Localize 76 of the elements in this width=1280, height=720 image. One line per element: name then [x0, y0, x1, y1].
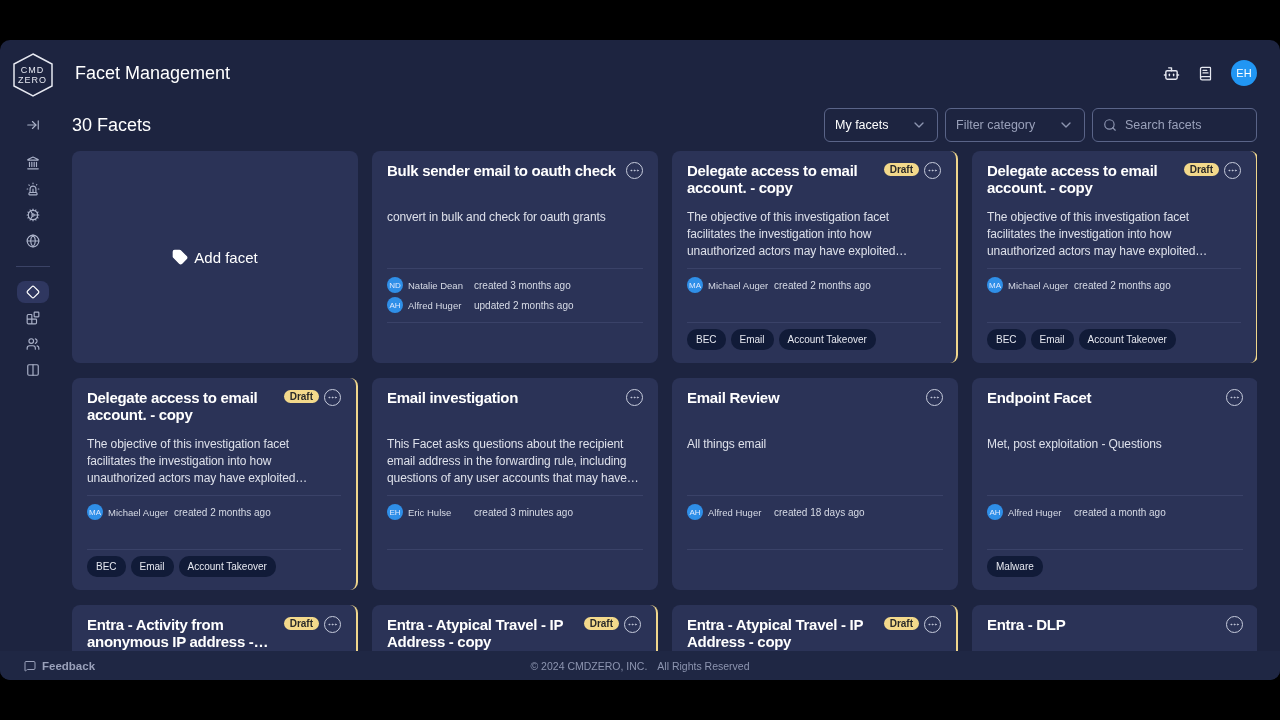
tag[interactable]: Email	[130, 556, 174, 577]
facet-title: Endpoint Facet	[987, 389, 1093, 406]
page-title: Facet Management	[75, 62, 231, 84]
rights-text: All Rights Reserved	[657, 659, 750, 672]
author-name: Michael Auger	[708, 279, 770, 291]
user-avatar: ND	[387, 277, 403, 293]
filter-dropdown[interactable]: Filter category	[945, 108, 1085, 142]
filter-dropdown[interactable]: My facets	[824, 108, 938, 142]
facet-title: Email Review	[687, 389, 781, 406]
facet-card[interactable]: Bulk sender email to oauth check convert in bulk and check for oauth grants ND Natalie Dean created 3 months ago AH Alfred Huger updated 2 months ago	[372, 151, 658, 363]
facet-title: Delegate access to email account. - copy	[987, 162, 1159, 196]
author-name: Eric Hulse	[408, 506, 453, 518]
user-avatar: AH	[687, 504, 703, 520]
facet-description: The objective of this investigation facet facilitates the investigation into how unauthorized actors may have exploited…	[687, 209, 909, 260]
facet-description: convert in bulk and check for oauth grants	[387, 209, 607, 226]
author-action: created 3 minutes ago	[474, 506, 573, 518]
author-name: Alfred Huger	[1008, 506, 1063, 518]
draft-badge: Draft	[583, 617, 619, 630]
facet-title: Bulk sender email to oauth check	[387, 162, 617, 179]
author-name: Michael Auger	[1008, 279, 1070, 291]
feedback-button[interactable]: Feedback	[24, 659, 96, 672]
draft-badge: Draft	[1183, 163, 1219, 176]
draft-badge: Draft	[283, 617, 319, 630]
user-avatar: EH	[387, 504, 403, 520]
facet-card[interactable]: Email Review All things email AH Alfred Huger created 18 days ago	[672, 378, 958, 590]
author-action: created 2 months ago	[1074, 279, 1171, 291]
add-facet-card[interactable]: Add facet	[72, 151, 358, 363]
facet-title: Entra - Activity from anonymous IP address -…	[87, 616, 270, 650]
draft-badge: Draft	[283, 390, 319, 403]
author-name: Natalie Dean	[408, 279, 464, 291]
facet-description: Met, post exploitation - Questions	[987, 436, 1163, 453]
facet-card[interactable]: Entra - Activity from anonymous IP address -… Draft	[72, 605, 358, 651]
user-avatar: AH	[987, 504, 1003, 520]
facet-title: Entra - DLP	[987, 616, 1067, 633]
user-avatar: MA	[87, 504, 103, 520]
author-action: created 3 months ago	[474, 279, 571, 291]
user-avatar: MA	[987, 277, 1003, 293]
tag[interactable]: Account Takeover	[178, 556, 276, 577]
tag[interactable]: Email	[730, 329, 774, 350]
logo: CMD ZERO	[11, 52, 54, 98]
facet-description: All things email	[687, 436, 768, 453]
facet-title: Delegate access to email account. - copy	[687, 162, 859, 196]
author-action: created 2 months ago	[174, 506, 271, 518]
tag[interactable]: Account Takeover	[1078, 329, 1176, 350]
tag[interactable]: BEC	[687, 329, 726, 350]
tag[interactable]: BEC	[987, 329, 1026, 350]
copyright: © 2024 CMDZERO, INC.	[530, 659, 648, 672]
author-action: created a month ago	[1074, 506, 1166, 518]
facet-card[interactable]: Entra - Atypical Travel - IP Address - copy Draft	[372, 605, 658, 651]
facet-card[interactable]: Entra - DLP	[972, 605, 1257, 651]
tag[interactable]: Account Takeover	[778, 329, 876, 350]
facet-title: Entra - Atypical Travel - IP Address - copy	[687, 616, 864, 650]
facet-description: The objective of this investigation facet facilitates the investigation into how unauthorized actors may have exploited…	[987, 209, 1209, 260]
tag[interactable]: Malware	[987, 556, 1043, 577]
tag[interactable]: Email	[1030, 329, 1074, 350]
author-action: updated 2 months ago	[474, 299, 574, 311]
facet-card[interactable]: Endpoint Facet Met, post exploitation - Questions AH Alfred Huger created a month ago Malware	[972, 378, 1257, 590]
user-avatar: AH	[387, 297, 403, 313]
author-action: created 18 days ago	[774, 506, 865, 518]
facet-card[interactable]: Entra - Atypical Travel - IP Address - copy Draft	[672, 605, 958, 651]
tag[interactable]: BEC	[87, 556, 126, 577]
facet-count: 30 Facets	[72, 114, 152, 136]
author-action: created 2 months ago	[774, 279, 871, 291]
facet-title: Email investigation	[387, 389, 519, 406]
author-name: Alfred Huger	[408, 299, 463, 311]
author-name: Michael Auger	[108, 506, 170, 518]
search-field[interactable]: Search facets	[1092, 108, 1257, 142]
facet-description: This Facet asks questions about the recipient email address in the forwarding rule, including questions of any user accounts that may have…	[387, 436, 640, 487]
draft-badge: Draft	[883, 163, 919, 176]
user-avatar: MA	[687, 277, 703, 293]
draft-badge: Draft	[883, 617, 919, 630]
facet-title: Entra - Atypical Travel - IP Address - copy	[387, 616, 564, 650]
facet-description: The objective of this investigation facet facilitates the investigation into how unauthorized actors may have exploited…	[87, 436, 309, 487]
facet-title: Delegate access to email account. - copy	[87, 389, 259, 423]
author-name: Alfred Huger	[708, 506, 763, 518]
facet-card[interactable]: Email investigation This Facet asks questions about the recipient email address in the forwarding rule, including questions of any user accounts that may have… EH Eric Hulse created 3 minutes ago	[372, 378, 658, 590]
